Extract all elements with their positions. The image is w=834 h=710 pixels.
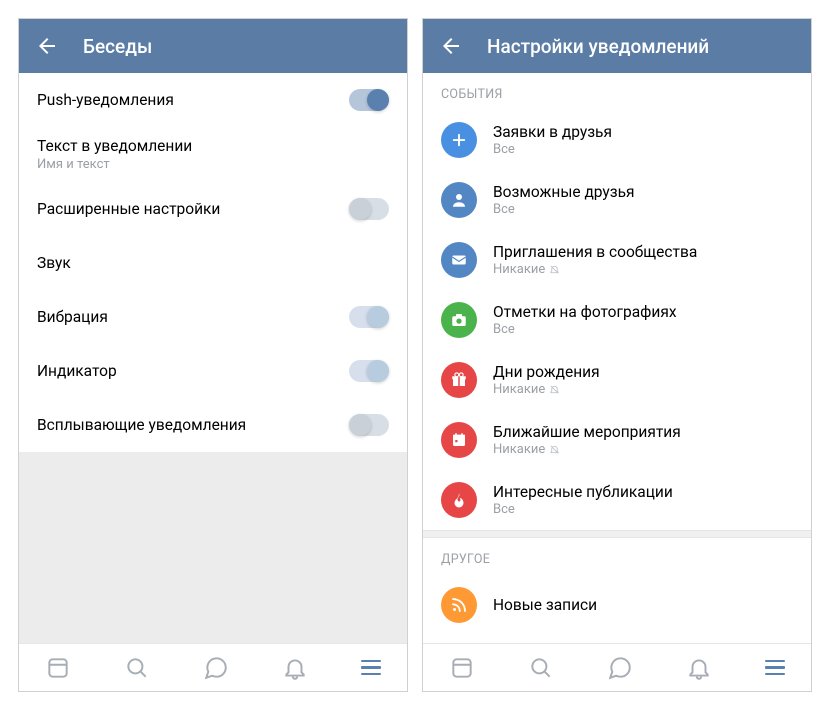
- notification-item[interactable]: Приглашения в сообществаНикакие: [423, 230, 811, 290]
- toggle-switch[interactable]: [349, 198, 389, 220]
- item-subtitle: Никакие: [493, 442, 793, 457]
- toggle-switch[interactable]: [349, 306, 389, 328]
- row-title: Push-уведомления: [37, 91, 349, 109]
- nav-messages-icon[interactable]: [203, 655, 229, 681]
- item-title: Приглашения в сообщества: [493, 243, 793, 261]
- item-title: Дни рождения: [493, 363, 793, 381]
- calendar-icon: [441, 422, 477, 458]
- content-right: События Заявки в друзьяВсеВозможные друз…: [423, 73, 811, 643]
- empty-area: [19, 452, 407, 643]
- phone-right: Настройки уведомлений События Заявки в д…: [422, 18, 812, 692]
- navbar-right: [423, 643, 811, 691]
- row-subtitle: Имя и текст: [37, 157, 389, 172]
- item-subtitle: Все: [493, 202, 793, 217]
- settings-row[interactable]: Индикатор: [19, 344, 407, 398]
- user-icon: [441, 182, 477, 218]
- notification-item[interactable]: Возможные друзьяВсе: [423, 170, 811, 230]
- item-subtitle: Все: [493, 322, 793, 337]
- settings-row[interactable]: Расширенные настройки: [19, 182, 407, 236]
- toggle-switch[interactable]: [349, 89, 389, 111]
- section-header-other: Другое: [423, 538, 811, 575]
- rss-icon: [441, 587, 477, 623]
- notification-item[interactable]: Заявки в друзьяВсе: [423, 110, 811, 170]
- settings-row[interactable]: Вибрация: [19, 290, 407, 344]
- row-title: Индикатор: [37, 362, 349, 380]
- content-left: Push-уведомления Текст в уведомлении Имя и…: [19, 73, 407, 643]
- item-title: Интересные публикации: [493, 483, 793, 501]
- item-title: Ближайшие мероприятия: [493, 423, 793, 441]
- page-title-right: Настройки уведомлений: [487, 35, 709, 58]
- plus-icon: [441, 122, 477, 158]
- item-title: Возможные друзья: [493, 183, 793, 201]
- settings-row[interactable]: Текст в уведомлении Имя и текст: [19, 127, 407, 182]
- gift-icon: [441, 362, 477, 398]
- navbar-left: [19, 643, 407, 691]
- settings-row[interactable]: Звук: [19, 236, 407, 290]
- item-title: Заявки в друзья: [493, 123, 793, 141]
- camera-icon: [441, 302, 477, 338]
- settings-row[interactable]: Всплывающие уведомления: [19, 398, 407, 452]
- nav-feed-icon[interactable]: [449, 655, 475, 681]
- row-title: Текст в уведомлении: [37, 137, 389, 155]
- settings-row[interactable]: Push-уведомления: [19, 73, 407, 127]
- item-subtitle: Никакие: [493, 382, 793, 397]
- item-title: Новые записи: [493, 596, 793, 614]
- notification-item[interactable]: Отметки на фотографияхВсе: [423, 290, 811, 350]
- header-left: Беседы: [19, 19, 407, 73]
- row-title: Всплывающие уведомления: [37, 416, 349, 434]
- toggle-switch[interactable]: [349, 360, 389, 382]
- back-arrow-icon[interactable]: [35, 34, 59, 58]
- nav-menu-icon[interactable]: [361, 660, 381, 675]
- nav-search-icon[interactable]: [528, 655, 554, 681]
- row-title: Звук: [37, 254, 389, 272]
- nav-feed-icon[interactable]: [45, 655, 71, 681]
- notification-item[interactable]: Ближайшие мероприятияНикакие: [423, 410, 811, 470]
- section-divider: [423, 530, 811, 538]
- toggle-switch[interactable]: [349, 414, 389, 436]
- nav-menu-icon[interactable]: [765, 660, 785, 675]
- fire-icon: [441, 482, 477, 518]
- notification-item[interactable]: Новые записи: [423, 575, 811, 635]
- row-title: Расширенные настройки: [37, 200, 349, 218]
- item-subtitle: Все: [493, 142, 793, 157]
- nav-notifications-icon[interactable]: [686, 655, 712, 681]
- header-right: Настройки уведомлений: [423, 19, 811, 73]
- page-title-left: Беседы: [83, 35, 152, 58]
- nav-search-icon[interactable]: [124, 655, 150, 681]
- notification-item[interactable]: Дни рожденияНикакие: [423, 350, 811, 410]
- back-arrow-icon[interactable]: [439, 34, 463, 58]
- notification-item[interactable]: Интересные публикацииВсе: [423, 470, 811, 530]
- nav-messages-icon[interactable]: [607, 655, 633, 681]
- nav-notifications-icon[interactable]: [282, 655, 308, 681]
- item-subtitle: Все: [493, 502, 793, 517]
- section-header-events: События: [423, 73, 811, 110]
- phone-left: Беседы Push-уведомления Текст в уведомлен…: [18, 18, 408, 692]
- item-subtitle: Никакие: [493, 262, 793, 277]
- mail-icon: [441, 242, 477, 278]
- item-title: Отметки на фотографиях: [493, 303, 793, 321]
- row-title: Вибрация: [37, 308, 349, 326]
